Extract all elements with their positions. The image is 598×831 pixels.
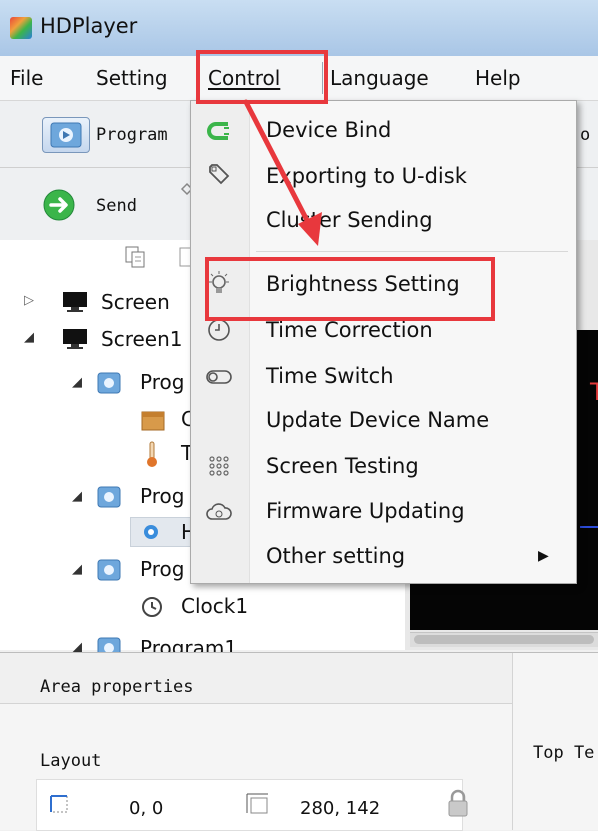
position-icon: [50, 795, 68, 813]
clock-icon: [142, 597, 162, 617]
layout-label: Layout: [40, 751, 102, 771]
collapse-arrow-icon[interactable]: ◢: [24, 330, 34, 345]
collapse-arrow-icon[interactable]: ◢: [72, 375, 82, 390]
tree-item-clock1[interactable]: Clock1: [181, 594, 248, 618]
preview-area-border: [580, 526, 598, 528]
annotation-brightness-highlight: [205, 257, 495, 321]
magnet-icon: [205, 118, 233, 144]
tree-item-program-a[interactable]: Prog: [140, 370, 184, 394]
program-icon: [50, 122, 82, 148]
usb-icon: [205, 161, 233, 187]
preview-text: T: [590, 378, 598, 406]
menu-item-update-device-name[interactable]: Update Device Name: [266, 408, 489, 432]
monitor-icon: [63, 292, 87, 312]
tree-item-screen1[interactable]: Screen1: [101, 327, 182, 351]
menu-file[interactable]: File: [10, 66, 43, 90]
tree-item-screen[interactable]: Screen: [101, 290, 170, 314]
program-icon: [97, 559, 121, 581]
monitor-icon: [63, 329, 87, 349]
expand-arrow-icon[interactable]: ▷: [24, 293, 34, 308]
copy-icon[interactable]: [123, 244, 147, 270]
menu-item-time-correction[interactable]: Time Correction: [266, 318, 433, 342]
box-icon: [141, 411, 165, 431]
area-properties-panel: Area properties Layout Top Te 0, 0 280, …: [0, 652, 598, 831]
tree-item-program-b[interactable]: Prog: [140, 484, 184, 508]
menu-item-exporting-to-u-disk[interactable]: Exporting to U-disk: [266, 164, 467, 188]
annotation-control-highlight: [196, 50, 328, 104]
window-title: HDPlayer: [40, 14, 138, 38]
menu-separator: [256, 251, 568, 252]
submenu-arrow-icon: ▶: [538, 548, 549, 564]
size-input[interactable]: 280, 142: [300, 798, 380, 819]
top-text-label: Top Te: [533, 743, 595, 763]
menu-setting[interactable]: Setting: [96, 66, 168, 90]
send-icon[interactable]: [42, 188, 76, 222]
collapse-arrow-icon[interactable]: ◢: [72, 489, 82, 504]
menu-item-firmware-updating[interactable]: Firmware Updating: [266, 499, 465, 523]
program-button[interactable]: Program: [96, 125, 168, 145]
program-icon: [97, 486, 121, 508]
thermometer-icon: [147, 441, 157, 467]
lock-icon[interactable]: [445, 789, 471, 819]
size-icon: [246, 793, 268, 814]
menu-item-other-setting[interactable]: Other setting: [266, 544, 405, 568]
grid-dots-icon: [205, 453, 233, 479]
program-icon: [97, 372, 121, 394]
control-dropdown-menu: Device Bind Exporting to U-disk Cluster …: [190, 100, 577, 584]
scrollbar-thumb[interactable]: [414, 635, 594, 644]
cloud-icon: [205, 499, 233, 525]
toggle-icon: [205, 364, 233, 390]
collapse-arrow-icon[interactable]: ◢: [72, 562, 82, 577]
menu-item-time-switch[interactable]: Time Switch: [266, 364, 394, 388]
app-icon: [10, 17, 32, 39]
position-input[interactable]: 0, 0: [129, 798, 163, 819]
menu-language[interactable]: Language: [330, 66, 429, 90]
preview-scrollbar[interactable]: [410, 632, 598, 647]
menu-help[interactable]: Help: [475, 66, 521, 90]
html-icon: [144, 525, 158, 539]
menu-item-screen-testing[interactable]: Screen Testing: [266, 454, 419, 478]
menu-item-cluster-sending[interactable]: Cluster Sending: [266, 208, 433, 232]
tree-item-program-c[interactable]: Prog: [140, 557, 184, 581]
toolbar-partial-label: o: [580, 125, 591, 145]
panel-divider: [512, 703, 513, 830]
menu-item-device-bind[interactable]: Device Bind: [266, 118, 391, 142]
program-button-icon[interactable]: [42, 117, 90, 153]
send-button[interactable]: Send: [96, 196, 137, 216]
properties-header-label: Area properties: [40, 677, 194, 697]
